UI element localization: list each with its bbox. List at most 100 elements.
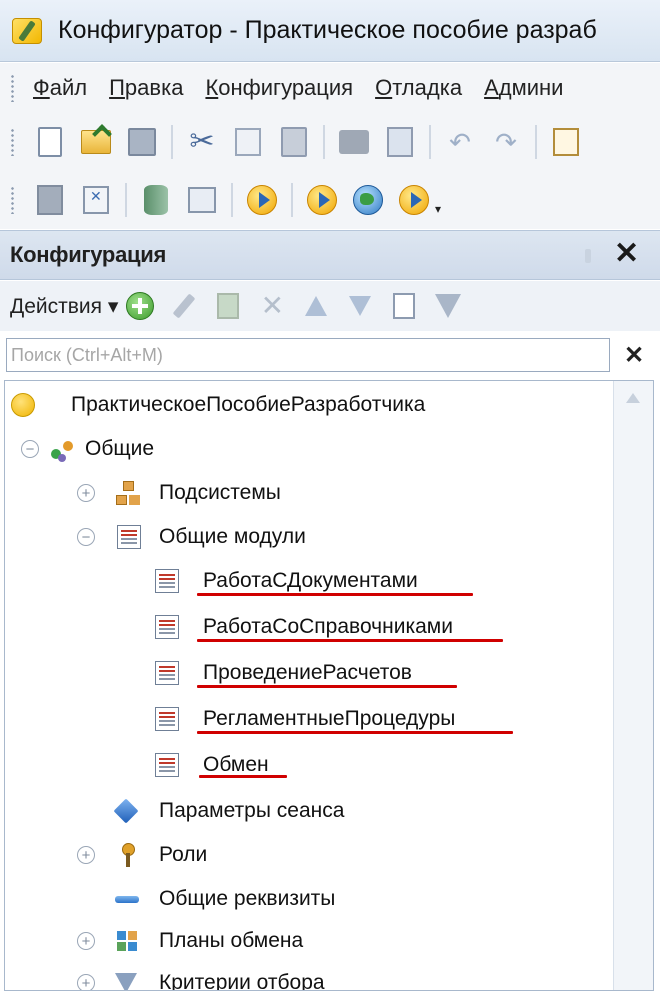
separator <box>535 125 537 159</box>
tree-item-session-params[interactable]: Параметры сеанса <box>5 791 605 831</box>
paste-icon[interactable] <box>277 125 311 159</box>
tree-label: РаботаСоСправочниками <box>203 615 453 638</box>
separator <box>171 125 173 159</box>
highlight-underline <box>199 775 287 778</box>
tree-item-subsystems[interactable]: + Подсистемы <box>5 473 605 513</box>
scroll-up-icon[interactable] <box>626 393 640 403</box>
highlight-underline <box>197 731 513 734</box>
tree-item-filter-criteria[interactable]: + Критерии отбора <box>5 963 605 991</box>
expand-icon[interactable]: + <box>77 932 95 950</box>
standard-toolbar: ✂ ↶ ↷ <box>0 113 660 171</box>
expand-icon[interactable]: + <box>77 846 95 864</box>
delete-icon[interactable]: ✕ <box>258 292 286 320</box>
tree-label: ПрактическоеПособиеРазработчика <box>71 393 426 416</box>
module-icon <box>155 615 179 639</box>
grip-icon <box>10 74 15 102</box>
menu-bar: Файл Правка Конфигурация Отладка Админи <box>0 63 660 113</box>
expand-icon[interactable]: + <box>77 974 95 990</box>
tree-label: Общие модули <box>159 525 306 548</box>
module-icon <box>155 753 179 777</box>
tree-label: РегламентныеПроцедуры <box>203 707 456 730</box>
open-icon[interactable] <box>79 125 113 159</box>
move-up-icon[interactable] <box>302 292 330 320</box>
module-icon[interactable] <box>33 183 67 217</box>
highlight-underline <box>197 639 503 642</box>
tree-label: Общие реквизиты <box>159 887 336 910</box>
copy-object-icon[interactable] <box>214 292 242 320</box>
debug-icon[interactable] <box>305 183 339 217</box>
module-icon <box>155 661 179 685</box>
save-icon[interactable] <box>125 125 159 159</box>
database-icon[interactable] <box>139 183 173 217</box>
edit-icon[interactable] <box>170 292 198 320</box>
undo-icon[interactable]: ↶ <box>443 125 477 159</box>
tree-item-module[interactable]: Обмен <box>5 745 605 785</box>
collapse-icon[interactable]: − <box>77 528 95 546</box>
separator <box>291 183 293 217</box>
tree-label: Роли <box>159 843 208 866</box>
add-icon[interactable] <box>126 292 155 320</box>
chevron-down-icon[interactable]: ▾ <box>435 202 441 216</box>
tree-label: Параметры сеанса <box>159 799 345 822</box>
general-objects-icon <box>51 437 75 461</box>
expand-icon[interactable]: + <box>77 484 95 502</box>
print-icon[interactable] <box>337 125 371 159</box>
separator <box>231 183 233 217</box>
search-row: ✕ <box>0 334 660 378</box>
tree-label: Критерии отбора <box>159 971 325 991</box>
tree-item-common-attributes[interactable]: Общие реквизиты <box>5 879 605 919</box>
web-client-icon[interactable] <box>351 183 385 217</box>
roles-icon <box>115 843 139 867</box>
common-attributes-icon <box>115 887 139 911</box>
configuration-toolbar: ▾ <box>0 171 660 229</box>
tree-label: РаботаСДокументами <box>203 569 418 592</box>
configuration-root-icon <box>11 393 35 417</box>
redo-icon[interactable]: ↷ <box>489 125 523 159</box>
menu-debug[interactable]: Отладка <box>375 75 462 101</box>
tree-item-exchange-plans[interactable]: + Планы обмена <box>5 921 605 961</box>
window-title: Конфигуратор - Практическое пособие разр… <box>58 16 597 44</box>
module-icon <box>155 569 179 593</box>
close-icon[interactable]: ✕ <box>614 239 639 269</box>
menu-configuration[interactable]: Конфигурация <box>205 75 353 101</box>
configuration-panel-header: Конфигурация ✕ <box>0 230 660 280</box>
cut-icon[interactable]: ✂ <box>185 125 219 159</box>
module-icon <box>155 707 179 731</box>
find-icon[interactable] <box>549 125 583 159</box>
tree-label: Общие <box>85 437 155 460</box>
tree-item-general[interactable]: − Общие <box>5 429 605 469</box>
tree-item-roles[interactable]: + Роли <box>5 835 605 875</box>
edit-form-icon[interactable] <box>79 183 113 217</box>
clear-search-icon[interactable]: ✕ <box>614 338 654 372</box>
thin-client-icon[interactable] <box>397 183 431 217</box>
tree-root[interactable]: ПрактическоеПособиеРазработчика <box>5 385 605 425</box>
scrollbar[interactable] <box>613 381 653 990</box>
panel-title: Конфигурация <box>10 242 166 267</box>
collapse-icon[interactable]: − <box>21 440 39 458</box>
new-doc-icon[interactable] <box>33 125 67 159</box>
list-icon[interactable] <box>390 292 418 320</box>
tree-label: Планы обмена <box>159 929 304 952</box>
pin-icon[interactable] <box>585 249 591 263</box>
move-down-icon[interactable] <box>346 292 374 320</box>
configuration-tree: ПрактическоеПособиеРазработчика − Общие … <box>4 380 654 991</box>
app-icon <box>12 16 48 46</box>
tree-label: ПроведениеРасчетов <box>203 661 412 684</box>
tree-item-common-modules[interactable]: − Общие модули <box>5 517 605 557</box>
menu-file[interactable]: Файл <box>33 75 87 101</box>
window-icon[interactable] <box>185 183 219 217</box>
separator <box>125 183 127 217</box>
menu-edit[interactable]: Правка <box>109 75 183 101</box>
session-parameters-icon <box>113 798 139 824</box>
preview-icon[interactable] <box>383 125 417 159</box>
separator <box>429 125 431 159</box>
search-input[interactable] <box>6 338 610 372</box>
actions-menu-button[interactable]: Действия ▾ <box>10 294 118 319</box>
tree-label: Обмен <box>203 753 269 776</box>
common-modules-icon <box>117 525 141 549</box>
menu-administration[interactable]: Админи <box>484 75 563 101</box>
grip-icon <box>10 128 15 156</box>
copy-icon[interactable] <box>231 125 265 159</box>
filter-icon[interactable] <box>434 292 462 320</box>
run-icon[interactable] <box>245 183 279 217</box>
